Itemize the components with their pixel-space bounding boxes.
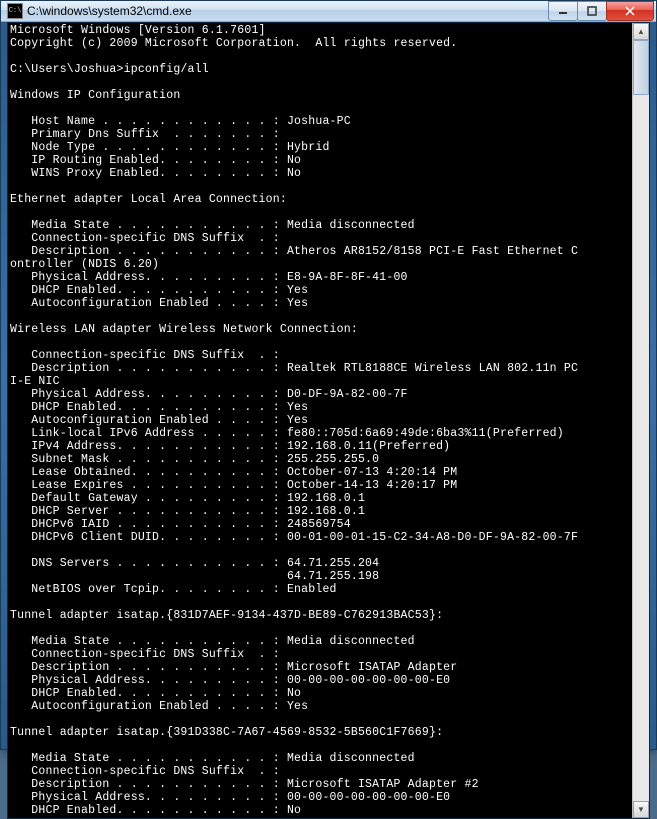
titlebar[interactable]: C:\ C:\windows\system32\cmd.exe xyxy=(1,1,656,22)
line: Primary Dns Suffix . . . . . . . : xyxy=(10,128,280,141)
line: Description . . . . . . . . . . . : Micr… xyxy=(10,778,479,791)
console-output[interactable]: Microsoft Windows [Version 6.1.7601] Cop… xyxy=(8,23,632,818)
line: Physical Address. . . . . . . . . : E8-9… xyxy=(10,271,408,284)
scrollbar-down-button[interactable]: ▼ xyxy=(633,801,649,818)
line: Media State . . . . . . . . . . . : Medi… xyxy=(10,219,415,232)
line: Media State . . . . . . . . . . . : Medi… xyxy=(10,635,415,648)
line: Autoconfiguration Enabled . . . . : Yes xyxy=(10,414,308,427)
line: DNS Servers . . . . . . . . . . . : 64.7… xyxy=(10,557,379,570)
section-heading: Wireless LAN adapter Wireless Network Co… xyxy=(10,323,358,336)
line: Host Name . . . . . . . . . . . . : Josh… xyxy=(10,115,351,128)
window-title: C:\windows\system32\cmd.exe xyxy=(27,4,549,18)
line: Connection-specific DNS Suffix . : xyxy=(10,765,280,778)
cmd-icon: C:\ xyxy=(7,3,23,19)
line: Physical Address. . . . . . . . . : D0-D… xyxy=(10,388,408,401)
close-button[interactable] xyxy=(606,1,654,21)
line: DHCP Server . . . . . . . . . . . : 192.… xyxy=(10,505,365,518)
section-heading: Ethernet adapter Local Area Connection: xyxy=(10,193,287,206)
line: IP Routing Enabled. . . . . . . . : No xyxy=(10,154,301,167)
line: WINS Proxy Enabled. . . . . . . . : No xyxy=(10,167,301,180)
line: Description . . . . . . . . . . . : Micr… xyxy=(10,661,457,674)
line: Autoconfiguration Enabled . . . . : Yes xyxy=(10,700,308,713)
line: DHCPv6 IAID . . . . . . . . . . . : 2485… xyxy=(10,518,351,531)
line: DHCPv6 Client DUID. . . . . . . . : 00-0… xyxy=(10,531,578,544)
line: Media State . . . . . . . . . . . : Medi… xyxy=(10,752,415,765)
line: Description . . . . . . . . . . . : Real… xyxy=(10,362,578,375)
line: Physical Address. . . . . . . . . : 00-0… xyxy=(10,791,450,804)
section-heading: Tunnel adapter isatap.{831D7AEF-9134-437… xyxy=(10,609,443,622)
line: Physical Address. . . . . . . . . : 00-0… xyxy=(10,674,450,687)
prompt-line: C:\Users\Joshua>ipconfig/all xyxy=(10,63,209,76)
line: I-E NIC xyxy=(10,375,60,388)
line: Copyright (c) 2009 Microsoft Corporation… xyxy=(10,37,457,50)
line: IPv4 Address. . . . . . . . . . . : 192.… xyxy=(10,440,450,453)
line: Microsoft Windows [Version 6.1.7601] xyxy=(10,24,266,37)
section-heading: Tunnel adapter isatap.{391D338C-7A67-456… xyxy=(10,726,443,739)
line: Link-local IPv6 Address . . . . . : fe80… xyxy=(10,427,564,440)
vertical-scrollbar[interactable]: ▲ ▼ xyxy=(632,23,649,818)
cmd-window: C:\ C:\windows\system32\cmd.exe Microsof… xyxy=(0,0,657,750)
line: Default Gateway . . . . . . . . . : 192.… xyxy=(10,492,365,505)
line: Description . . . . . . . . . . . : Athe… xyxy=(10,245,578,258)
line: Node Type . . . . . . . . . . . . : Hybr… xyxy=(10,141,330,154)
line: NetBIOS over Tcpip. . . . . . . . : Enab… xyxy=(10,583,337,596)
maximize-button[interactable] xyxy=(577,1,607,21)
line: DHCP Enabled. . . . . . . . . . . : Yes xyxy=(10,401,308,414)
line: ontroller (NDIS 6.20) xyxy=(10,258,159,271)
line: Autoconfiguration Enabled . . . . : Yes xyxy=(10,297,308,310)
scrollbar-up-button[interactable]: ▲ xyxy=(633,23,649,40)
scrollbar-track[interactable] xyxy=(633,40,649,801)
minimize-button[interactable] xyxy=(548,1,578,21)
console-area: Microsoft Windows [Version 6.1.7601] Cop… xyxy=(7,22,650,819)
line: Lease Obtained. . . . . . . . . . : Octo… xyxy=(10,466,457,479)
window-controls xyxy=(549,1,654,21)
line: DHCP Enabled. . . . . . . . . . . : No xyxy=(10,687,301,700)
line: 64.71.255.198 xyxy=(10,570,379,583)
line: DHCP Enabled. . . . . . . . . . . : No xyxy=(10,804,301,817)
line: Lease Expires . . . . . . . . . . : Octo… xyxy=(10,479,457,492)
line: Subnet Mask . . . . . . . . . . . : 255.… xyxy=(10,453,379,466)
section-heading: Windows IP Configuration xyxy=(10,89,180,102)
line: DHCP Enabled. . . . . . . . . . . : Yes xyxy=(10,284,308,297)
line: Connection-specific DNS Suffix . : xyxy=(10,648,280,661)
scrollbar-thumb[interactable] xyxy=(633,40,649,95)
line: Connection-specific DNS Suffix . : xyxy=(10,232,280,245)
line: Connection-specific DNS Suffix . : xyxy=(10,349,280,362)
